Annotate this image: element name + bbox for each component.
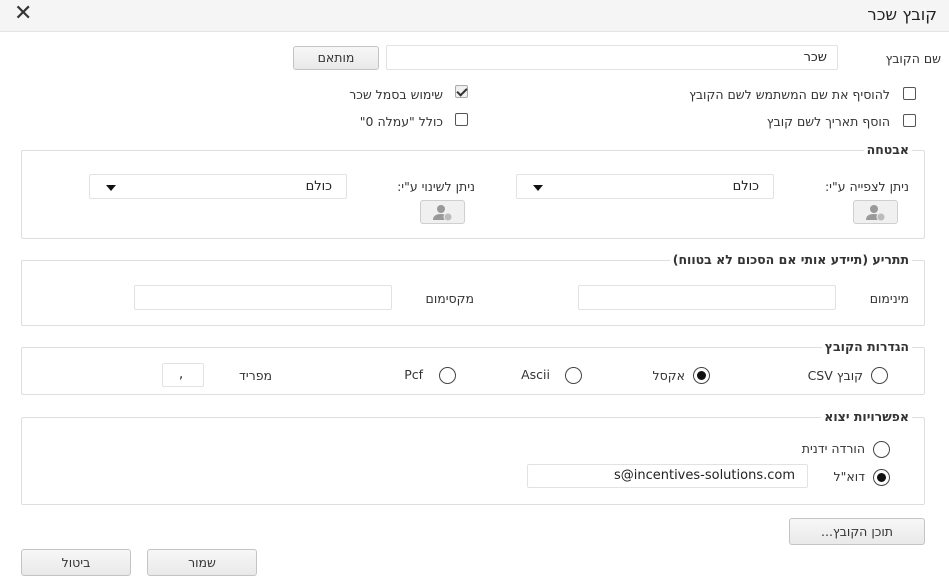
edit-permission-select[interactable]: כולם — [89, 174, 347, 199]
view-permission-label: ניתן לצפייה ע"י: — [824, 179, 909, 194]
edit-permission-user-button[interactable] — [420, 200, 465, 224]
custom-button[interactable]: מותאם — [293, 46, 379, 70]
email-value: s@incentives-solutions.com — [613, 468, 795, 483]
ascii-label: Ascii — [521, 367, 550, 382]
include-zero-commission-label: כולל "עמלה 0" — [359, 114, 443, 129]
dialog-title: קובץ שכר — [867, 5, 937, 24]
user-permission-icon — [866, 205, 886, 222]
email-label: דוא"ל — [833, 469, 865, 484]
max-input[interactable] — [134, 285, 392, 310]
use-payroll-symbol-checkbox[interactable] — [455, 85, 468, 98]
use-payroll-symbol-label: שימוש בסמל שכר — [349, 87, 443, 102]
dialog-titlebar — [0, 0, 949, 32]
min-input[interactable] — [578, 285, 836, 310]
file-settings-section — [21, 347, 925, 395]
file-name-value: שכר — [803, 50, 827, 65]
ascii-radio[interactable] — [565, 367, 582, 384]
view-permission-value: כולם — [732, 179, 759, 194]
file-name-label: שם הקובץ — [885, 51, 941, 66]
csv-label: קובץ CSV — [807, 368, 863, 383]
excel-radio[interactable] — [693, 367, 710, 384]
chevron-down-icon — [533, 185, 543, 191]
add-username-checkbox[interactable] — [903, 87, 916, 100]
view-permission-select[interactable]: כולם — [516, 174, 774, 199]
edit-permission-label: ניתן לשינוי ע"י: — [397, 179, 475, 194]
manual-download-radio[interactable] — [873, 441, 890, 458]
cancel-button[interactable]: ביטול — [21, 549, 131, 576]
email-input[interactable]: s@incentives-solutions.com — [527, 464, 808, 488]
add-date-checkbox[interactable] — [903, 114, 916, 127]
file-name-input[interactable]: שכר — [386, 45, 838, 70]
pcf-label: Pcf — [404, 367, 423, 382]
security-legend: אבטחה — [863, 142, 912, 157]
manual-download-label: הורדה ידנית — [801, 441, 865, 456]
alert-legend: תתריע (תיידע אותי אם הסכום לא בטווח) — [669, 252, 912, 267]
file-settings-legend: הגדרות הקובץ — [821, 339, 912, 354]
separator-input[interactable]: , — [162, 363, 204, 387]
file-content-button[interactable]: תוכן הקובץ... — [789, 518, 925, 545]
min-label: מינימום — [869, 291, 909, 306]
chevron-down-icon — [106, 185, 116, 191]
max-label: מקסימום — [425, 291, 474, 306]
add-date-label: הוסף תאריך לשם קובץ — [766, 114, 890, 129]
add-username-label: להוסיף את שם המשתמש לשם הקובץ — [689, 87, 890, 102]
excel-label: אקסל — [652, 368, 685, 383]
view-permission-user-button[interactable] — [853, 200, 898, 224]
save-button[interactable]: שמור — [147, 549, 257, 576]
email-radio[interactable] — [873, 469, 890, 486]
csv-radio[interactable] — [871, 367, 888, 384]
include-zero-commission-checkbox[interactable] — [455, 113, 468, 126]
close-icon[interactable]: ✕ — [14, 1, 32, 27]
pcf-radio[interactable] — [439, 367, 456, 384]
edit-permission-value: כולם — [305, 179, 332, 194]
separator-label: מפריד — [239, 368, 272, 383]
output-section — [21, 417, 925, 505]
user-permission-icon — [433, 205, 453, 222]
separator-value: , — [179, 367, 184, 382]
output-legend: אפשרויות יצוא — [821, 409, 912, 424]
